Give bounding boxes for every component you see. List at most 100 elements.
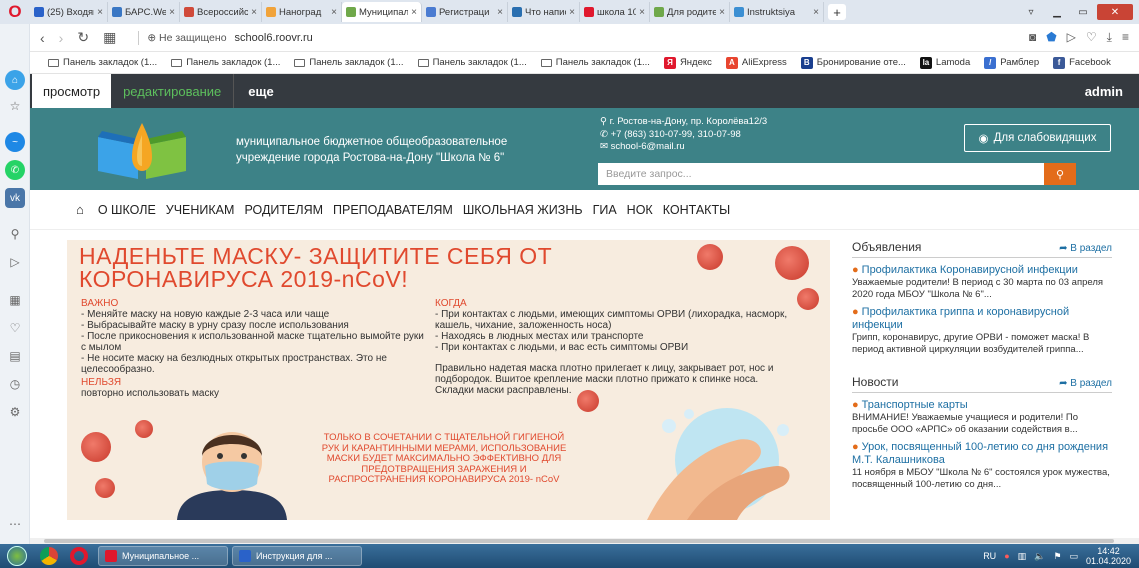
- nav-item[interactable]: УЧЕНИКАМ: [166, 203, 235, 217]
- browser-tab[interactable]: школа 107×: [580, 2, 650, 22]
- news-icon[interactable]: ▤: [5, 346, 25, 366]
- announcements-more-link[interactable]: ➦ В раздел: [1059, 243, 1112, 254]
- browser-tab[interactable]: Наноград ×: [262, 2, 342, 22]
- bookmark-item[interactable]: la Lamoda: [919, 56, 970, 69]
- bookmark-item[interactable]: B Бронирование оте...: [800, 56, 906, 69]
- nav-item[interactable]: О ШКОЛЕ: [98, 203, 156, 217]
- news-more-link[interactable]: ➦ В раздел: [1059, 378, 1112, 389]
- bookmark-item[interactable]: / Рамблер: [984, 56, 1039, 69]
- tab-close-icon[interactable]: ×: [497, 7, 503, 18]
- browser-tab[interactable]: Всероссийс ×: [180, 2, 262, 22]
- tab-view[interactable]: просмотр: [32, 74, 112, 108]
- email-link[interactable]: school-6@mail.ru: [611, 141, 685, 152]
- browser-tab[interactable]: Муниципал ×: [342, 2, 422, 22]
- filter-icon[interactable]: ▿: [1019, 4, 1043, 20]
- speed-dial-icon[interactable]: ▦: [103, 29, 116, 46]
- browser-tab[interactable]: Регистраци ×: [422, 2, 508, 22]
- heart-icon[interactable]: ♡: [1086, 30, 1097, 45]
- item-title-link[interactable]: ● Транспортные карты: [852, 399, 1112, 412]
- opera-logo-icon[interactable]: O: [0, 0, 30, 24]
- virus-icon: [95, 478, 115, 498]
- shield-icon[interactable]: ⬟: [1046, 30, 1056, 45]
- tab-close-icon[interactable]: ×: [411, 7, 417, 18]
- browser-tab[interactable]: (25) Входящ×: [30, 2, 108, 22]
- tab-close-icon[interactable]: ×: [569, 7, 575, 18]
- star-icon[interactable]: ☆: [5, 96, 25, 116]
- whatsapp-icon[interactable]: ✆: [5, 160, 25, 180]
- item-title-link[interactable]: ● Профилактика гриппа и коронавирусной ин…: [852, 306, 1112, 332]
- nav-item[interactable]: КОНТАКТЫ: [663, 203, 730, 217]
- tab-edit[interactable]: редактирование: [111, 74, 233, 108]
- grid-icon[interactable]: ▦: [5, 290, 25, 310]
- close-window-button[interactable]: ✕: [1097, 4, 1133, 20]
- search-icon[interactable]: ⚲: [5, 224, 25, 244]
- back-icon[interactable]: ‹: [40, 30, 45, 46]
- network-icon[interactable]: ▥: [1018, 551, 1027, 562]
- nav-item[interactable]: РОДИТЕЛЯМ: [244, 203, 323, 217]
- bookmark-item[interactable]: f Facebook: [1053, 56, 1111, 69]
- search-input[interactable]: [598, 163, 1044, 185]
- browser-tab[interactable]: Для родите ×: [650, 2, 730, 22]
- search-button[interactable]: ⚲: [1044, 163, 1076, 185]
- tab-close-icon[interactable]: ×: [719, 7, 725, 18]
- tab-more[interactable]: еще: [233, 74, 287, 108]
- battery-icon[interactable]: ▭: [1069, 551, 1078, 562]
- bookmark-item[interactable]: Панель закладок (1...: [540, 57, 650, 68]
- camera-icon[interactable]: ◙: [1029, 30, 1036, 45]
- security-indicator[interactable]: ⊕ Не защищено: [147, 32, 226, 44]
- school-logo-icon[interactable]: [94, 119, 190, 183]
- browser-tab[interactable]: Instruktsiya ×: [730, 2, 824, 22]
- home-icon[interactable]: ⌂: [76, 202, 84, 217]
- bookmark-item[interactable]: Я Яндекс: [663, 56, 712, 69]
- flag-icon[interactable]: ⚑: [1053, 551, 1061, 562]
- chrome-icon[interactable]: [34, 545, 64, 567]
- taskbar-window[interactable]: Муниципальное ...: [98, 546, 228, 566]
- maximize-button[interactable]: ▭: [1071, 4, 1095, 20]
- nav-item[interactable]: ПРЕПОДАВАТЕЛЯМ: [333, 203, 453, 217]
- url-field[interactable]: school6.roovr.ru: [235, 32, 313, 44]
- opera-taskbar-icon[interactable]: [64, 545, 94, 567]
- tab-close-icon[interactable]: ×: [97, 7, 103, 18]
- more-icon[interactable]: ⋯: [5, 514, 25, 534]
- taskbar-window[interactable]: Инструкция для ...: [232, 546, 362, 566]
- flow-icon[interactable]: ▷: [1067, 30, 1076, 45]
- language-indicator[interactable]: RU: [983, 551, 996, 561]
- bookmark-item[interactable]: Панель закладок (1...: [417, 57, 527, 68]
- tab-close-icon[interactable]: ×: [639, 7, 645, 18]
- item-title-link[interactable]: ● Профилактика Коронавирусной инфекции: [852, 264, 1112, 277]
- nav-item[interactable]: НОК: [627, 203, 653, 217]
- history-icon[interactable]: ◷: [5, 374, 25, 394]
- menu-icon[interactable]: ≡: [1122, 30, 1129, 45]
- reload-icon[interactable]: ↻: [77, 29, 89, 46]
- tray-opera-icon[interactable]: ●: [1004, 551, 1009, 561]
- browser-tab[interactable]: БАРС.Web-×: [108, 2, 180, 22]
- vk-icon[interactable]: vk: [5, 188, 25, 208]
- start-button[interactable]: [0, 544, 34, 568]
- heart-icon[interactable]: ♡: [5, 318, 25, 338]
- messenger-icon[interactable]: ~: [5, 132, 25, 152]
- nav-item[interactable]: ШКОЛЬНАЯ ЖИЗНЬ: [463, 203, 583, 217]
- bookmark-item[interactable]: Панель закладок (1...: [48, 57, 157, 68]
- send-icon[interactable]: ▷: [5, 252, 25, 272]
- admin-user-link[interactable]: admin: [1085, 84, 1139, 99]
- bookmark-item[interactable]: A AliExpress: [725, 56, 787, 69]
- bookmark-item[interactable]: Панель закладок (1...: [171, 57, 280, 68]
- clock[interactable]: 14:42 01.04.2020: [1086, 546, 1131, 566]
- tab-close-icon[interactable]: ×: [251, 7, 257, 18]
- forward-icon[interactable]: ›: [59, 30, 64, 46]
- download-icon[interactable]: ⤓: [1107, 30, 1112, 45]
- new-tab-button[interactable]: +: [828, 4, 846, 20]
- minimize-button[interactable]: ▁: [1045, 4, 1069, 20]
- volume-icon[interactable]: 🔈: [1034, 551, 1045, 562]
- scrollbar-thumb[interactable]: [44, 539, 1114, 543]
- visually-impaired-button[interactable]: ◉ Для слабовидящих: [964, 124, 1111, 152]
- item-title-link[interactable]: ● Урок, посвященный 100-летию со дня рожд…: [852, 441, 1112, 467]
- nav-item[interactable]: ГИА: [593, 203, 617, 217]
- tab-close-icon[interactable]: ×: [169, 7, 175, 18]
- bookmark-item[interactable]: Панель закладок (1...: [294, 57, 404, 68]
- tab-close-icon[interactable]: ×: [813, 7, 819, 18]
- settings-gear-icon[interactable]: ⚙: [5, 402, 25, 422]
- home-speed-dial-icon[interactable]: ⌂: [5, 70, 25, 90]
- tab-close-icon[interactable]: ×: [331, 7, 337, 18]
- browser-tab[interactable]: Что написа×: [508, 2, 580, 22]
